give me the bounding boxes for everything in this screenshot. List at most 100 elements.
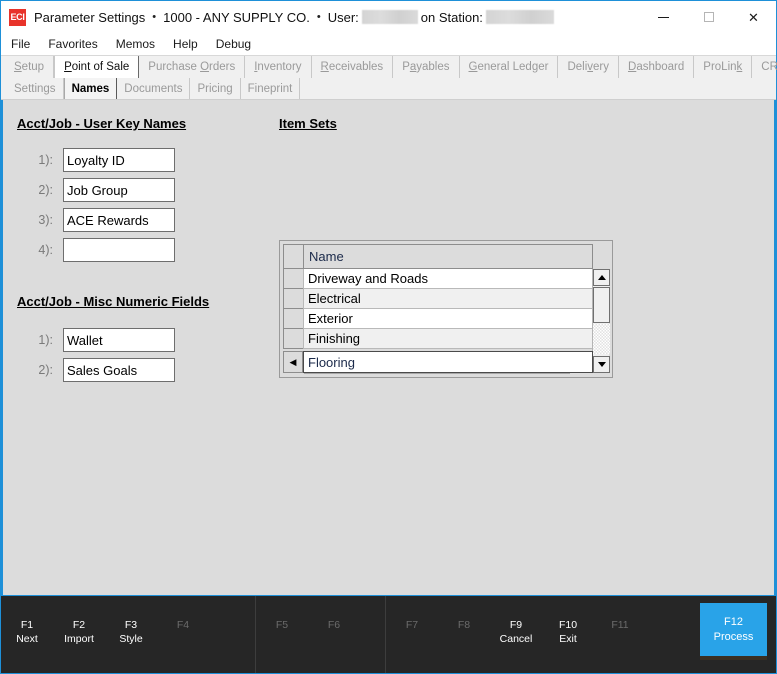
user-key-input-2[interactable] (63, 178, 175, 202)
user-key-row-3: 3): (17, 208, 175, 232)
tab-crm-label: CRM (761, 61, 777, 73)
menu-bar: File Favorites Memos Help Debug (1, 33, 776, 55)
company-name: 1000 - ANY SUPPLY CO. (163, 9, 310, 25)
station-name-redacted (485, 10, 554, 24)
misc-numeric-label-2: 2): (38, 363, 53, 377)
fkey-f11: F11 (594, 618, 646, 632)
fkey-f10-exit[interactable]: F10 Exit (542, 618, 594, 646)
fkey-f7-key: F7 (405, 619, 419, 631)
tab-prolink[interactable]: ProLink (694, 56, 753, 78)
subtab-names[interactable]: Names (63, 78, 118, 99)
fkey-f2-key: F2 (72, 619, 86, 631)
tab-setup-label: Setup (14, 61, 45, 73)
window-controls: ✕ (641, 1, 776, 33)
user-key-input-1[interactable] (63, 148, 175, 172)
fkey-f3-label: Style (119, 633, 143, 645)
close-icon[interactable]: ✕ (731, 1, 776, 33)
fkey-f3-key: F3 (124, 619, 138, 631)
tab-general-ledger-label: General Ledger (468, 61, 549, 73)
fkey-f4: F4 (157, 618, 209, 632)
fkey-f4-key: F4 (176, 619, 190, 631)
misc-numeric-row-2: 2): (17, 358, 175, 382)
subtab-pricing[interactable]: Pricing (190, 78, 241, 99)
tab-purchase-orders-label: Purchase Orders (148, 61, 236, 73)
current-row-indicator-icon: ◀ (283, 351, 303, 373)
user-key-label-3: 3): (38, 213, 53, 227)
fkey-f9-label: Cancel (499, 633, 533, 645)
table-row[interactable]: Electrical (283, 289, 593, 309)
table-row[interactable]: Exterior (283, 309, 593, 329)
fkey-f9-key: F9 (509, 619, 523, 631)
fkey-f12-process-button[interactable]: F12 Process (700, 603, 767, 656)
table-row[interactable]: Driveway and Roads (283, 269, 593, 289)
misc-numeric-row-1: 1): (17, 328, 175, 352)
title-separator-1: • (152, 11, 157, 23)
fkey-f3-style[interactable]: F3 Style (105, 618, 157, 646)
station-label: on Station: (420, 9, 483, 25)
application-window: ECI Parameter Settings • 1000 - ANY SUPP… (0, 0, 777, 674)
item-set-name[interactable]: Exterior (303, 309, 593, 329)
item-set-name[interactable]: Electrical (303, 289, 593, 309)
tab-receivables-label: Receivables (320, 61, 384, 73)
misc-numeric-input-2[interactable] (63, 358, 175, 382)
fkey-f1-label: Next (16, 633, 38, 645)
tab-crm[interactable]: CRM (752, 56, 777, 78)
sub-tab-strip: Settings Names Documents Pricing Finepri… (1, 78, 776, 100)
fkey-f5-key: F5 (275, 619, 289, 631)
fkey-f12-label: Process (713, 630, 754, 643)
misc-numeric-heading: Acct/Job - Misc Numeric Fields (17, 294, 210, 309)
menu-item-help[interactable]: Help (173, 37, 198, 51)
menu-item-debug[interactable]: Debug (216, 37, 251, 51)
user-key-label-2: 2): (38, 183, 53, 197)
item-sets-grid-header: Name (283, 244, 593, 269)
menu-item-memos[interactable]: Memos (116, 37, 155, 51)
item-set-name[interactable]: Finishing (303, 329, 593, 349)
row-indicator[interactable] (283, 329, 303, 349)
function-key-bar: F1 Next F2 Import F3 Style F4 F5 F6 F7 F… (1, 595, 776, 673)
table-row[interactable]: Finishing (283, 329, 593, 349)
user-key-input-4[interactable] (63, 238, 175, 262)
vertical-scrollbar[interactable] (592, 269, 610, 373)
row-indicator[interactable] (283, 309, 303, 329)
tab-setup[interactable]: Setup (5, 56, 55, 78)
tab-dashboard[interactable]: Dashboard (619, 56, 695, 78)
misc-numeric-input-1[interactable] (63, 328, 175, 352)
tab-purchase-orders[interactable]: Purchase Orders (139, 56, 246, 78)
minimize-icon[interactable] (641, 1, 686, 33)
row-indicator-header (283, 244, 303, 269)
tab-delivery[interactable]: Delivery (558, 56, 619, 78)
tab-point-of-sale-label: Point of Sale (64, 61, 130, 73)
vertical-scrollbar-track[interactable] (593, 324, 610, 354)
tab-inventory[interactable]: Inventory (245, 56, 312, 78)
user-label: User: (327, 9, 359, 25)
user-key-names-heading: Acct/Job - User Key Names (17, 116, 187, 131)
fkey-f9-cancel[interactable]: F9 Cancel (490, 618, 542, 646)
fkey-f2-label: Import (64, 633, 94, 645)
title-separator-2: • (316, 11, 321, 23)
menu-item-file[interactable]: File (11, 37, 30, 51)
tab-point-of-sale[interactable]: Point of Sale (54, 56, 140, 78)
maximize-icon[interactable] (686, 1, 731, 33)
row-indicator[interactable] (283, 269, 303, 289)
item-set-name-current[interactable]: Flooring (303, 351, 593, 373)
fkey-f8-key: F8 (457, 619, 471, 631)
function-key-group-2: F5 F6 (256, 596, 386, 673)
row-indicator[interactable] (283, 289, 303, 309)
subtab-settings[interactable]: Settings (7, 78, 64, 99)
fkey-f2-import[interactable]: F2 Import (53, 618, 105, 646)
fkey-f1-next[interactable]: F1 Next (1, 618, 53, 646)
scroll-up-arrow-icon[interactable] (593, 269, 610, 286)
tab-general-ledger[interactable]: General Ledger (460, 56, 559, 78)
user-key-input-3[interactable] (63, 208, 175, 232)
column-header-name[interactable]: Name (303, 244, 593, 269)
tab-receivables[interactable]: Receivables (312, 56, 394, 78)
vertical-scrollbar-thumb[interactable] (593, 287, 610, 323)
menu-item-favorites[interactable]: Favorites (48, 37, 97, 51)
scroll-down-arrow-icon[interactable] (593, 356, 610, 373)
item-sets-grid[interactable]: Name Driveway and Roads Electrical Exter… (279, 240, 613, 378)
tab-payables[interactable]: Payables (393, 56, 460, 78)
subtab-fineprint[interactable]: Fineprint (241, 78, 301, 99)
subtab-documents[interactable]: Documents (117, 78, 191, 99)
item-set-name[interactable]: Driveway and Roads (303, 269, 593, 289)
table-row-current[interactable]: ◀ Flooring (283, 351, 593, 373)
